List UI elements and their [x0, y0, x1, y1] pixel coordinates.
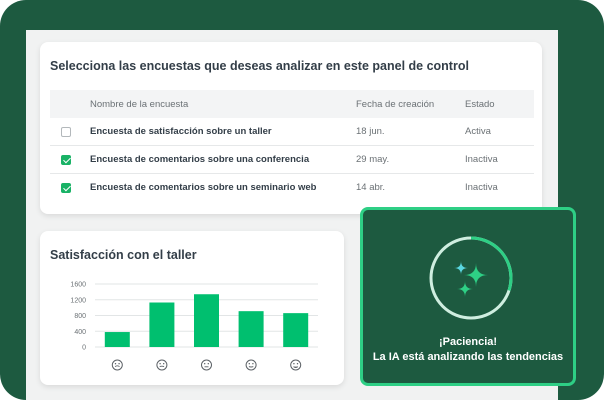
bar[interactable] [283, 313, 309, 347]
ai-analysis-panel: ¡Paciencia! La IA está analizando las te… [360, 207, 576, 386]
survey-selection-panel: Selecciona las encuestas que deseas anal… [40, 42, 542, 214]
outer-frame: Selecciona las encuestas que deseas anal… [0, 0, 604, 400]
sparkle-medium-icon [457, 281, 473, 297]
survey-state: Inactiva [465, 182, 498, 193]
y-tick-label: 1600 [70, 282, 86, 289]
satisfied-face-icon [245, 359, 257, 371]
ai-status-text: La IA está analizando las tendencias [372, 351, 564, 363]
sparkle-small-icon [454, 261, 468, 275]
bar[interactable] [238, 311, 264, 347]
progress-ring [429, 236, 513, 320]
survey-date: 18 jun. [356, 126, 385, 137]
survey-state: Inactiva [465, 154, 498, 165]
table-header: Nombre de la encuesta Fecha de creación … [50, 90, 534, 118]
survey-date: 29 may. [356, 154, 390, 165]
ai-patience-text: ¡Paciencia! [438, 336, 498, 348]
neutral-face-icon [201, 359, 212, 371]
table-row[interactable]: Encuesta de comentarios sobre una confer… [50, 146, 534, 174]
survey-name: Encuesta de comentarios sobre una confer… [90, 154, 310, 165]
table-row[interactable]: Encuesta de satisfacción sobre un taller… [50, 118, 534, 146]
column-header-date[interactable]: Fecha de creación [356, 99, 434, 110]
column-header-name[interactable]: Nombre de la encuesta [90, 99, 188, 110]
row-checkbox[interactable] [61, 183, 71, 193]
y-tick-label: 400 [74, 329, 86, 336]
y-tick-label: 1200 [70, 297, 86, 304]
row-checkbox[interactable] [61, 127, 71, 137]
survey-state: Activa [465, 126, 491, 137]
survey-name: Encuesta de comentarios sobre un seminar… [90, 182, 317, 193]
survey-name: Encuesta de satisfacción sobre un taller [90, 126, 272, 137]
very-dissatisfied-face-icon [111, 359, 123, 371]
panel-title: Selecciona las encuestas que deseas anal… [50, 59, 469, 73]
dissatisfied-face-icon [156, 359, 168, 371]
satisfaction-chart-card: Satisfacción con el taller 1600 1200 800 40… [40, 231, 344, 385]
column-header-state[interactable]: Estado [465, 99, 495, 110]
row-checkbox[interactable] [61, 155, 71, 165]
bar[interactable] [104, 332, 130, 347]
survey-date: 14 abr. [356, 182, 386, 193]
bar[interactable] [149, 302, 175, 347]
table-row[interactable]: Encuesta de comentarios sobre un seminar… [50, 174, 534, 202]
sparkle-large-icon [464, 263, 488, 287]
very-satisfied-face-icon [290, 359, 302, 371]
bar[interactable] [194, 294, 219, 347]
y-tick-label: 800 [74, 313, 86, 320]
y-tick-label: 0 [82, 345, 86, 352]
bar-chart: 1600 1200 800 400 0 [70, 282, 318, 371]
